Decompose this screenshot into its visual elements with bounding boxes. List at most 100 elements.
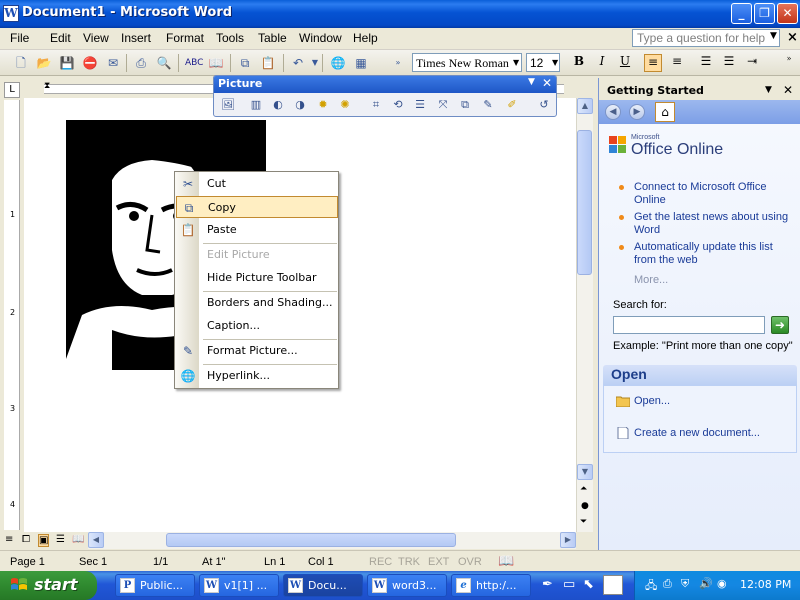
insert-hyperlink-icon[interactable]: 🌐 bbox=[330, 55, 346, 71]
insert-picture-icon[interactable]: 🖼 bbox=[220, 97, 236, 113]
menu-format[interactable]: Format bbox=[166, 31, 204, 45]
next-page-icon[interactable]: ⏷ bbox=[580, 517, 587, 527]
menu-item-hyperlink[interactable]: 🌐 Hyperlink... bbox=[176, 365, 338, 387]
tray-app-icon[interactable]: ◉ bbox=[717, 577, 727, 590]
status-rec[interactable]: REC bbox=[369, 556, 392, 568]
set-transparent-color-icon[interactable]: ✐ bbox=[504, 97, 520, 113]
bold-button[interactable]: B bbox=[570, 54, 588, 72]
color-icon[interactable]: ▥ bbox=[248, 97, 264, 113]
toolbar-close-icon[interactable]: ✕ bbox=[542, 76, 552, 90]
bullets-icon[interactable]: ☰ bbox=[720, 54, 738, 72]
print-icon[interactable]: ⎙ bbox=[133, 55, 149, 71]
horizontal-scroll-thumb[interactable] bbox=[166, 533, 456, 547]
menu-file[interactable]: File bbox=[10, 31, 29, 45]
tray-antivirus-icon[interactable]: ⛨ bbox=[681, 577, 689, 591]
menu-window[interactable]: Window bbox=[299, 31, 342, 45]
search-go-button[interactable]: ➜ bbox=[771, 316, 789, 334]
close-button[interactable]: ✕ bbox=[777, 3, 798, 24]
menu-item-paste[interactable]: 📋 Paste bbox=[176, 219, 338, 241]
back-icon[interactable]: ◀ bbox=[605, 104, 621, 120]
indent-icon[interactable]: ⇥ bbox=[743, 54, 761, 72]
restore-button[interactable]: ❐ bbox=[754, 3, 775, 24]
formatting-options-icon[interactable]: » bbox=[780, 54, 798, 72]
menu-item-format-picture[interactable]: ✎ Format Picture... bbox=[176, 340, 338, 362]
save-icon[interactable]: 💾 bbox=[59, 55, 75, 71]
open-section-header[interactable]: Open bbox=[603, 365, 797, 385]
vertical-scroll-thumb[interactable] bbox=[577, 130, 592, 275]
menu-item-copy[interactable]: ⧉ Copy bbox=[176, 196, 338, 218]
link-more[interactable]: More... bbox=[634, 274, 794, 287]
menu-view[interactable]: View bbox=[83, 31, 109, 45]
link-open[interactable]: Open... bbox=[634, 395, 794, 408]
taskbar-task-browser[interactable]: e http:/... bbox=[451, 574, 531, 597]
toolbar-options-icon[interactable]: » bbox=[390, 55, 406, 71]
rotate-left-icon[interactable]: ⟲ bbox=[390, 97, 406, 113]
underline-button[interactable]: U bbox=[616, 54, 634, 72]
menu-edit[interactable]: Edit bbox=[50, 31, 71, 45]
toolbar-dropdown-icon[interactable]: ▼ bbox=[528, 77, 535, 87]
menu-item-caption[interactable]: Caption... bbox=[176, 315, 338, 337]
menu-item-borders-shading[interactable]: Borders and Shading... bbox=[176, 292, 338, 314]
picture-toolbar-title[interactable]: Picture bbox=[214, 76, 556, 93]
word-app-icon[interactable]: W bbox=[3, 5, 19, 22]
research-icon[interactable]: 📖 bbox=[208, 55, 224, 71]
menu-item-hide-picture-toolbar[interactable]: Hide Picture Toolbar bbox=[176, 267, 338, 289]
minimize-button[interactable]: _ bbox=[731, 3, 752, 24]
size-dropdown-icon[interactable]: ▼ bbox=[552, 58, 558, 67]
email-icon[interactable]: ✉ bbox=[105, 55, 121, 71]
taskbar-task-v1[interactable]: W v1[1] ... bbox=[199, 574, 279, 597]
link-latest-news[interactable]: Get the latest news about using Word bbox=[634, 211, 794, 237]
tab-selector-icon[interactable]: L bbox=[4, 82, 20, 98]
compress-pictures-icon[interactable]: ⤧ bbox=[435, 97, 451, 113]
help-dropdown-icon[interactable]: ▼ bbox=[770, 31, 777, 41]
copy-toolbar-icon[interactable]: ⧉ bbox=[237, 55, 253, 71]
help-search-input[interactable]: Type a question for help bbox=[632, 29, 780, 47]
quicklaunch-cursor-icon[interactable]: ⬉ bbox=[583, 577, 594, 592]
taskbar-task-publisher[interactable]: P Public... bbox=[115, 574, 195, 597]
undo-dropdown-icon[interactable]: ▼ bbox=[307, 55, 323, 71]
status-ovr[interactable]: OVR bbox=[458, 556, 482, 568]
taskbar-task-document[interactable]: W Docu... bbox=[283, 574, 363, 597]
quicklaunch-window-icon[interactable]: ▭ bbox=[563, 577, 575, 592]
numbering-icon[interactable]: ☰ bbox=[697, 54, 715, 72]
task-pane-close-icon[interactable]: ✕ bbox=[783, 83, 793, 97]
scroll-left-icon[interactable]: ◀ bbox=[88, 532, 104, 548]
menu-table[interactable]: Table bbox=[258, 31, 287, 45]
home-icon[interactable]: ⌂ bbox=[655, 102, 675, 122]
indent-marker-icon[interactable]: ⧗ bbox=[44, 81, 50, 91]
reset-picture-icon[interactable]: ↺ bbox=[536, 97, 552, 113]
italic-button[interactable]: I bbox=[593, 54, 611, 72]
more-contrast-icon[interactable]: ◐ bbox=[270, 97, 286, 113]
scroll-up-icon[interactable]: ▲ bbox=[577, 98, 593, 114]
link-create-new-document[interactable]: Create a new document... bbox=[634, 427, 794, 440]
tray-volume-icon[interactable]: 🔊 bbox=[699, 577, 713, 590]
status-ext[interactable]: EXT bbox=[428, 556, 449, 568]
document-close-icon[interactable]: × bbox=[787, 30, 798, 45]
font-name-combo[interactable]: Times New Roman bbox=[412, 53, 522, 72]
picture-toolbar[interactable]: Picture ▼ ✕ 🖼 ▥ ◐ ◑ ✹ ✺ ⌗ ⟲ ☰ ⤧ ⧉ ✎ ✐ ↺ bbox=[213, 75, 557, 117]
scroll-right-icon[interactable]: ▶ bbox=[560, 532, 576, 548]
previous-page-icon[interactable]: ⏶ bbox=[580, 484, 587, 494]
menu-tools[interactable]: Tools bbox=[216, 31, 244, 45]
quicklaunch-pen-icon[interactable]: ✒ bbox=[542, 577, 553, 592]
format-picture-toolbar-icon[interactable]: ✎ bbox=[480, 97, 496, 113]
less-contrast-icon[interactable]: ◑ bbox=[292, 97, 308, 113]
outline-view-icon[interactable]: ☰ bbox=[56, 534, 65, 545]
align-left-icon[interactable]: ≡ bbox=[644, 54, 662, 72]
search-input[interactable] bbox=[613, 316, 765, 334]
link-connect-office-online[interactable]: Connect to Microsoft Office Online bbox=[634, 181, 794, 207]
quicklaunch-blank-icon[interactable] bbox=[603, 575, 623, 595]
open-icon[interactable]: 📂 bbox=[36, 55, 52, 71]
scroll-down-icon[interactable]: ▼ bbox=[577, 464, 593, 480]
link-auto-update[interactable]: Automatically update this list from the … bbox=[634, 241, 794, 267]
insert-table-icon[interactable]: ▦ bbox=[353, 55, 369, 71]
forward-icon[interactable]: ▶ bbox=[629, 104, 645, 120]
reading-layout-icon[interactable]: 📖 bbox=[72, 534, 84, 545]
crop-icon[interactable]: ⌗ bbox=[368, 97, 384, 113]
web-layout-icon[interactable]: ⧠ bbox=[22, 534, 30, 545]
more-brightness-icon[interactable]: ✹ bbox=[315, 97, 331, 113]
permission-icon[interactable]: ⛔ bbox=[82, 55, 98, 71]
new-document-icon[interactable]: 🗋 bbox=[13, 55, 29, 71]
menu-help[interactable]: Help bbox=[353, 31, 378, 45]
paste-toolbar-icon[interactable]: 📋 bbox=[260, 55, 276, 71]
